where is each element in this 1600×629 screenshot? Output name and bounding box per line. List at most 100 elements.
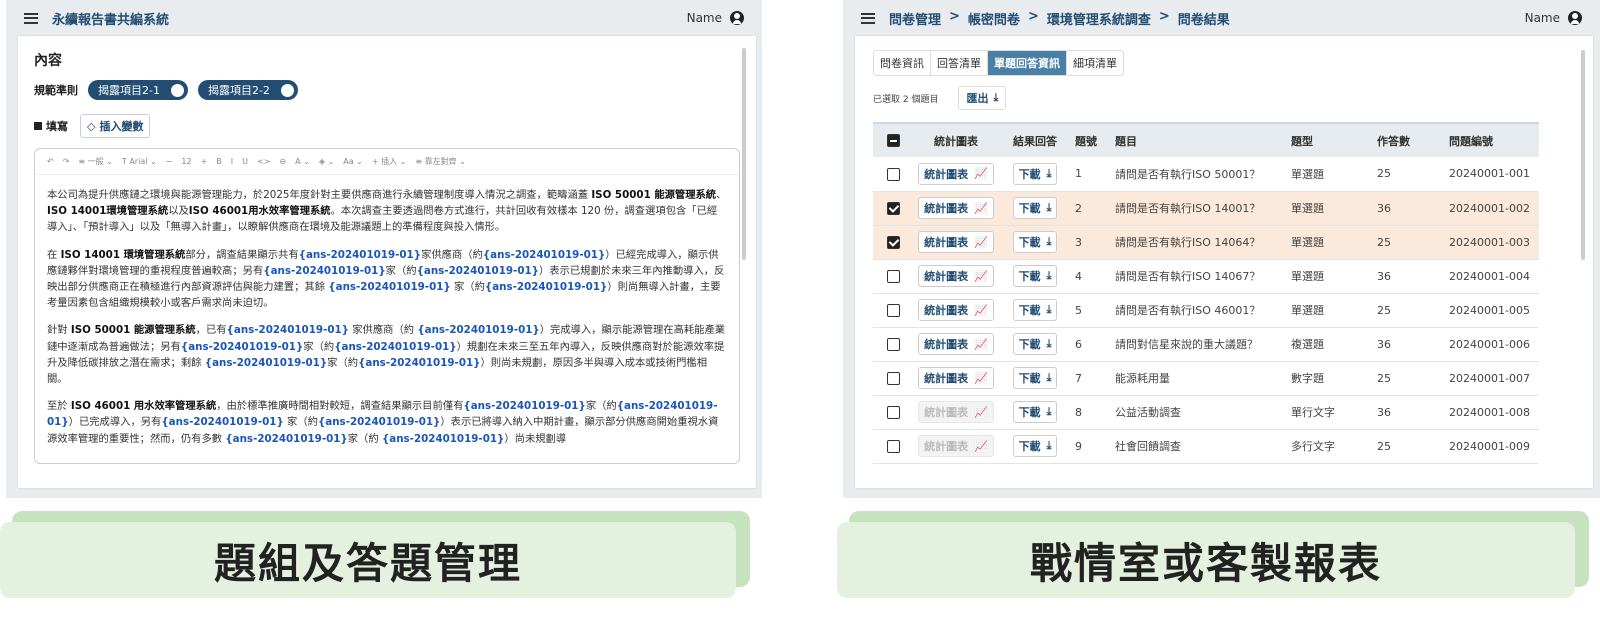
row-checkbox[interactable] [886, 337, 900, 351]
row-select-cell[interactable] [873, 361, 913, 396]
row-checkbox[interactable] [886, 201, 900, 215]
editor-content[interactable]: 本公司為提升供應鏈之環境與能源管理能力，於2025年度針對主要供應商進行永續管理… [35, 175, 739, 463]
toggle-disclosure-2-2[interactable]: 揭露項目2-2 [197, 80, 298, 100]
row-select-cell[interactable] [873, 157, 913, 192]
row-select-cell[interactable] [873, 293, 913, 328]
line-chart-icon: 📈 [974, 371, 988, 385]
download-icon: ⤓ [1046, 269, 1052, 282]
chart-button[interactable]: 統計圖表 📈 [918, 333, 994, 355]
toolbar-item[interactable]: ◈ ⌄ [319, 157, 334, 166]
user-name: Name [1524, 11, 1560, 25]
download-button[interactable]: 下載 ⤓ [1012, 333, 1058, 355]
toolbar-item[interactable]: I [231, 157, 233, 166]
results-card: 問卷資訊 回答清單 單題回答資訊 細項清單 已選取 2 個題目 匯出 ⤓ 統計圖表… [855, 36, 1593, 488]
toolbar-item[interactable]: A ⌄ [295, 157, 310, 166]
breadcrumb-item[interactable]: 環境管理系統調查 [1047, 9, 1151, 28]
breadcrumb-item[interactable]: 帳密問卷 [968, 9, 1020, 28]
row-checkbox[interactable] [886, 405, 900, 419]
line-chart-icon: 📈 [974, 201, 988, 215]
tab-answer-list[interactable]: 回答清單 [931, 51, 988, 75]
row-select-cell[interactable] [873, 225, 913, 260]
header-count: 作答數 [1373, 122, 1445, 157]
row-checkbox[interactable] [886, 303, 900, 317]
toolbar-item[interactable]: ≡ 靠左對齊 ⌄ [415, 156, 466, 167]
user-menu[interactable]: Name [687, 11, 744, 25]
header-result: 結果回答 [999, 122, 1071, 157]
toolbar-item[interactable]: T Arial ⌄ [122, 157, 157, 166]
download-icon: ⤓ [1046, 439, 1052, 452]
table-header: 統計圖表 結果回答 題號 題目 題型 作答數 問題編號 [873, 122, 1539, 157]
question-id: 20240001-009 [1445, 429, 1539, 464]
download-button[interactable]: 下載 ⤓ [1012, 299, 1058, 321]
toolbar-item[interactable]: ↶ [47, 157, 54, 166]
row-select-cell[interactable] [873, 259, 913, 294]
chart-button[interactable]: 統計圖表 📈 [918, 162, 994, 185]
tag-icon: ◇ [87, 119, 96, 133]
toolbar-item[interactable]: − [166, 157, 173, 166]
row-checkbox[interactable] [886, 167, 900, 181]
toggle-disclosure-2-1[interactable]: 揭露項目2-1 [88, 80, 188, 100]
toolbar-item[interactable]: Aa ⌄ [343, 157, 363, 166]
standard-row: 規範準則 揭露項目2-1 揭露項目2-2 [34, 80, 740, 100]
breadcrumb-item[interactable]: 問卷管理 [889, 9, 941, 28]
select-all-checkbox[interactable] [886, 134, 900, 148]
export-button[interactable]: 匯出 ⤓ [958, 86, 1007, 110]
download-button[interactable]: 下載 ⤓ [1012, 197, 1058, 219]
toolbar-item[interactable]: + 插入 ⌄ [372, 156, 407, 167]
row-select-cell[interactable] [873, 191, 913, 226]
rich-text-editor[interactable]: ↶ ↷ ≡ 一般 ⌄ T Arial ⌄ −12 + B I U <> ⊖ A ⌄ ◈ ⌄ Aa ⌄ + 插… [34, 148, 740, 464]
toolbar-item[interactable]: B [216, 157, 222, 166]
row-checkbox[interactable] [886, 371, 900, 385]
header-select-all[interactable] [873, 122, 913, 157]
chart-button[interactable]: 統計圖表 📈 [918, 401, 994, 423]
tab-survey-info[interactable]: 問卷資訊 [874, 51, 931, 75]
download-button[interactable]: 下載 ⤓ [1012, 401, 1058, 423]
table-row: 統計圖表 📈 下載 ⤓ 2 請問是否有執行ISO 14001？ 單選題 36 20240001-… [873, 191, 1539, 226]
question-type: 單選題 [1287, 157, 1373, 192]
chart-button[interactable]: 統計圖表 📈 [918, 265, 994, 287]
question-no: 6 [1071, 327, 1111, 362]
question-text: 請問是否有執行ISO 14001？ [1111, 191, 1287, 226]
toolbar-item[interactable]: ⊖ [279, 157, 286, 166]
row-select-cell[interactable] [873, 429, 913, 464]
user-menu[interactable]: Name [1525, 11, 1582, 25]
row-checkbox[interactable] [886, 269, 900, 283]
questions-table: 統計圖表 結果回答 題號 題目 題型 作答數 問題編號 統計圖表 📈 下載 ⤓ 1 請問是… [873, 122, 1539, 464]
download-button[interactable]: 下載 ⤓ [1012, 231, 1058, 253]
chart-button[interactable]: 統計圖表 📈 [918, 435, 994, 457]
scrollbar[interactable] [742, 48, 746, 260]
row-select-cell[interactable] [873, 327, 913, 362]
question-text: 請問是否有執行ISO 14064？ [1111, 225, 1287, 260]
toolbar-item[interactable]: U [242, 157, 248, 166]
download-button[interactable]: 下載 ⤓ [1012, 265, 1058, 287]
question-type: 單行文字 [1287, 395, 1373, 430]
selection-row: 已選取 2 個題目 匯出 ⤓ [873, 86, 1575, 110]
tab-single-question-info[interactable]: 單題回答資訊 [988, 51, 1067, 75]
chart-button[interactable]: 統計圖表 📈 [918, 197, 994, 219]
chart-button[interactable]: 統計圖表 📈 [918, 299, 994, 321]
insert-variable-button[interactable]: ◇ 插入變數 [80, 114, 151, 138]
menu-icon[interactable] [861, 12, 875, 24]
question-id: 20240001-006 [1445, 327, 1539, 362]
user-name: Name [686, 11, 722, 25]
download-button[interactable]: 下載 ⤓ [1012, 367, 1058, 389]
download-button[interactable]: 下載 ⤓ [1012, 162, 1058, 185]
toolbar-item[interactable]: ↷ [63, 157, 70, 166]
menu-icon[interactable] [24, 12, 38, 24]
header-question: 題目 [1111, 122, 1287, 157]
chart-button[interactable]: 統計圖表 📈 [918, 367, 994, 389]
table-row: 統計圖表 📈 下載 ⤓ 5 請問是否有執行ISO 46001？ 單選題 25 20240001-… [873, 293, 1539, 328]
question-no: 8 [1071, 395, 1111, 430]
download-button[interactable]: 下載 ⤓ [1012, 435, 1058, 457]
tab-detail-list[interactable]: 細項清單 [1067, 51, 1123, 75]
row-select-cell[interactable] [873, 395, 913, 430]
scrollbar[interactable] [1581, 50, 1585, 260]
chart-button[interactable]: 統計圖表 📈 [918, 231, 994, 253]
toolbar-item[interactable]: 12 [181, 157, 191, 166]
row-checkbox[interactable] [886, 439, 900, 453]
toolbar-item[interactable]: <> [257, 157, 270, 166]
toolbar-item[interactable]: ≡ 一般 ⌄ [78, 156, 113, 167]
toolbar-item[interactable]: + [201, 157, 208, 166]
row-checkbox[interactable] [886, 235, 900, 249]
breadcrumb: 問卷管理 > 帳密問卷 > 環境管理系統調查 > 問卷結果 [889, 8, 1230, 28]
